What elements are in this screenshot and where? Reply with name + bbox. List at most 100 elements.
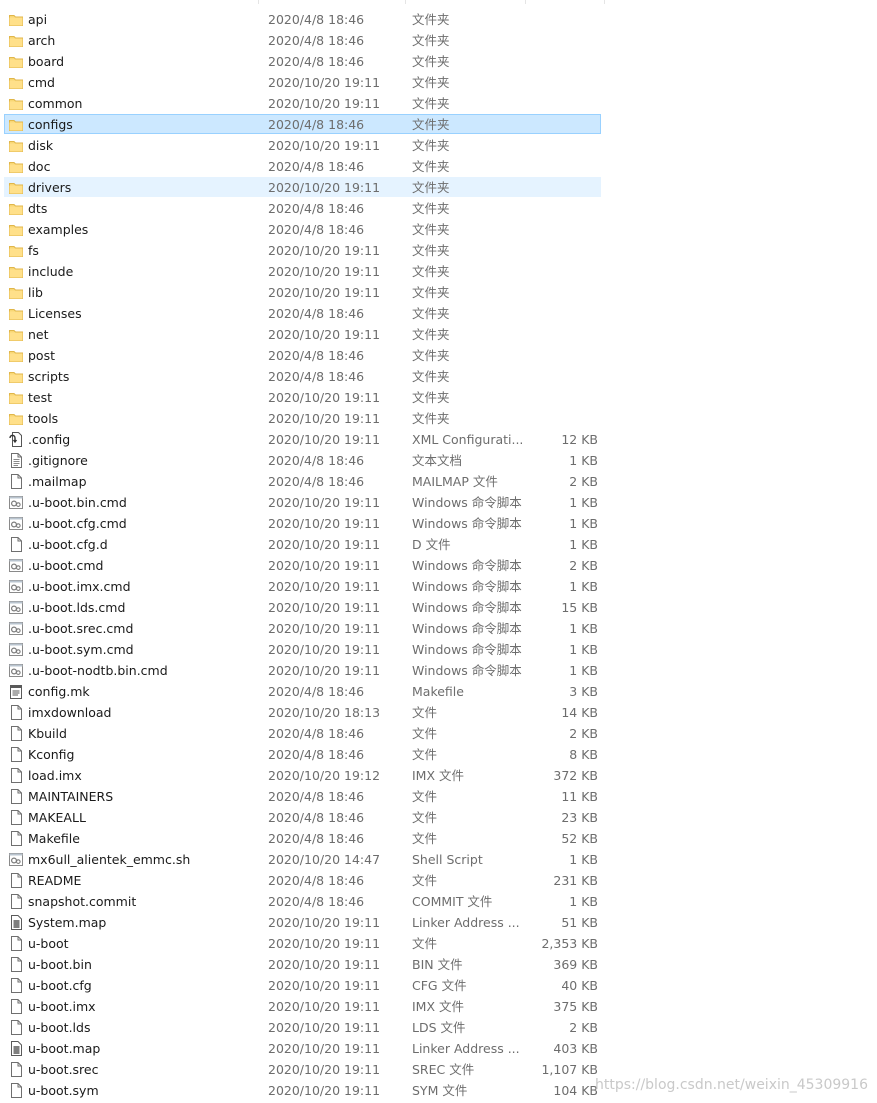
item-modified-date: 2020/10/20 19:11 <box>268 537 381 552</box>
folder-row[interactable]: Licenses 2020/4/8 18:46 文件夹 <box>0 303 877 324</box>
script-file-icon <box>9 516 23 531</box>
file-row[interactable]: mx6ull_alientek_emmc.sh 2020/10/20 14:47 S… <box>0 849 877 870</box>
column-divider[interactable] <box>604 0 605 4</box>
item-modified-date: 2020/10/20 19:11 <box>268 285 381 300</box>
folder-icon <box>9 75 23 90</box>
item-modified-date: 2020/10/20 19:11 <box>268 600 381 615</box>
column-divider[interactable] <box>405 0 406 4</box>
item-type: Linker Address ... <box>412 915 520 930</box>
file-row[interactable]: .u-boot.srec.cmd 2020/10/20 19:11 Windows … <box>0 618 877 639</box>
folder-row[interactable]: fs 2020/10/20 19:11 文件夹 <box>0 240 877 261</box>
file-row[interactable]: Makefile 2020/4/8 18:46 文件 52 KB <box>0 828 877 849</box>
item-type: 文件夹 <box>412 12 450 27</box>
item-size: 14 KB <box>561 705 598 720</box>
folder-row[interactable]: test 2020/10/20 19:11 文件夹 <box>0 387 877 408</box>
file-row[interactable]: snapshot.commit 2020/4/8 18:46 COMMIT 文件 1 … <box>0 891 877 912</box>
item-size: 1 KB <box>569 894 598 909</box>
file-row[interactable]: .u-boot.cfg.d 2020/10/20 19:11 D 文件 1 KB <box>0 534 877 555</box>
folder-row[interactable]: doc 2020/4/8 18:46 文件夹 <box>0 156 877 177</box>
item-name: MAINTAINERS <box>28 789 114 804</box>
file-row[interactable]: u-boot.imx 2020/10/20 19:11 IMX 文件 375 KB <box>0 996 877 1017</box>
item-name: u-boot.imx <box>28 999 96 1014</box>
item-modified-date: 2020/10/20 19:11 <box>268 180 381 195</box>
folder-row[interactable]: tools 2020/10/20 19:11 文件夹 <box>0 408 877 429</box>
column-divider[interactable] <box>258 0 259 4</box>
file-icon <box>9 747 23 762</box>
item-modified-date: 2020/10/20 19:11 <box>268 579 381 594</box>
folder-row[interactable]: drivers 2020/10/20 19:11 文件夹 <box>0 177 877 198</box>
folder-row[interactable]: arch 2020/4/8 18:46 文件夹 <box>0 30 877 51</box>
item-size: 15 KB <box>561 600 598 615</box>
item-type: SYM 文件 <box>412 1083 468 1098</box>
folder-row[interactable]: board 2020/4/8 18:46 文件夹 <box>0 51 877 72</box>
linker-map-icon <box>9 915 23 930</box>
file-row[interactable]: u-boot.bin 2020/10/20 19:11 BIN 文件 369 KB <box>0 954 877 975</box>
file-row[interactable]: .mailmap 2020/4/8 18:46 MAILMAP 文件 2 KB <box>0 471 877 492</box>
item-type: LDS 文件 <box>412 1020 466 1035</box>
file-row[interactable]: u-boot.cfg 2020/10/20 19:11 CFG 文件 40 KB <box>0 975 877 996</box>
item-size: 1 KB <box>569 495 598 510</box>
makefile-icon <box>9 684 23 699</box>
file-row[interactable]: u-boot 2020/10/20 19:11 文件 2,353 KB <box>0 933 877 954</box>
file-row[interactable]: imxdownload 2020/10/20 18:13 文件 14 KB <box>0 702 877 723</box>
file-row[interactable]: .u-boot.sym.cmd 2020/10/20 19:11 Windows 命… <box>0 639 877 660</box>
item-modified-date: 2020/10/20 19:11 <box>268 264 381 279</box>
item-name: imxdownload <box>28 705 112 720</box>
item-name: snapshot.commit <box>28 894 137 909</box>
text-document-icon <box>9 453 23 468</box>
folder-icon <box>9 306 23 321</box>
folder-icon <box>9 411 23 426</box>
file-row[interactable]: load.imx 2020/10/20 19:12 IMX 文件 372 KB <box>0 765 877 786</box>
item-modified-date: 2020/10/20 19:11 <box>268 621 381 636</box>
folder-row[interactable]: net 2020/10/20 19:11 文件夹 <box>0 324 877 345</box>
item-type: 文本文档 <box>412 453 463 468</box>
file-row[interactable]: MAINTAINERS 2020/4/8 18:46 文件 11 KB <box>0 786 877 807</box>
item-type: 文件 <box>412 726 438 741</box>
folder-row[interactable]: disk 2020/10/20 19:11 文件夹 <box>0 135 877 156</box>
file-icon <box>9 1020 23 1035</box>
file-row[interactable]: README 2020/4/8 18:46 文件 231 KB <box>0 870 877 891</box>
file-row[interactable]: config.mk 2020/4/8 18:46 Makefile 3 KB <box>0 681 877 702</box>
folder-row[interactable]: scripts 2020/4/8 18:46 文件夹 <box>0 366 877 387</box>
item-modified-date: 2020/10/20 19:11 <box>268 411 381 426</box>
file-row[interactable]: u-boot.lds 2020/10/20 19:11 LDS 文件 2 KB <box>0 1017 877 1038</box>
folder-row[interactable]: configs 2020/4/8 18:46 文件夹 <box>0 114 877 135</box>
file-icon <box>9 789 23 804</box>
file-row[interactable]: Kconfig 2020/4/8 18:46 文件 8 KB <box>0 744 877 765</box>
folder-row[interactable]: dts 2020/4/8 18:46 文件夹 <box>0 198 877 219</box>
file-row[interactable]: .u-boot.cmd 2020/10/20 19:11 Windows 命令脚本 2… <box>0 555 877 576</box>
folder-row[interactable]: common 2020/10/20 19:11 文件夹 <box>0 93 877 114</box>
item-modified-date: 2020/10/20 19:11 <box>268 96 381 111</box>
folder-row[interactable]: api 2020/4/8 18:46 文件夹 <box>0 9 877 30</box>
item-modified-date: 2020/10/20 19:11 <box>268 1062 381 1077</box>
item-name: .mailmap <box>28 474 87 489</box>
file-row[interactable]: .config 2020/10/20 19:11 XML Configurati..… <box>0 429 877 450</box>
folder-row[interactable]: post 2020/4/8 18:46 文件夹 <box>0 345 877 366</box>
item-modified-date: 2020/10/20 19:11 <box>268 999 381 1014</box>
item-name: dts <box>28 201 48 216</box>
file-row[interactable]: u-boot.map 2020/10/20 19:11 Linker Address… <box>0 1038 877 1059</box>
file-icon <box>9 1083 23 1098</box>
item-modified-date: 2020/10/20 19:11 <box>268 558 381 573</box>
item-name: .u-boot.imx.cmd <box>28 579 131 594</box>
folder-icon <box>9 117 23 132</box>
file-row[interactable]: .u-boot.cfg.cmd 2020/10/20 19:11 Windows 命… <box>0 513 877 534</box>
file-row[interactable]: .gitignore 2020/4/8 18:46 文本文档 1 KB <box>0 450 877 471</box>
file-row[interactable]: .u-boot-nodtb.bin.cmd 2020/10/20 19:11 Win… <box>0 660 877 681</box>
item-name: scripts <box>28 369 70 384</box>
item-name: MAKEALL <box>28 810 86 825</box>
script-file-icon <box>9 642 23 657</box>
folder-row[interactable]: include 2020/10/20 19:11 文件夹 <box>0 261 877 282</box>
file-row[interactable]: Kbuild 2020/4/8 18:46 文件 2 KB <box>0 723 877 744</box>
item-type: 文件夹 <box>412 54 450 69</box>
file-row[interactable]: System.map 2020/10/20 19:11 Linker Address… <box>0 912 877 933</box>
file-list: api 2020/4/8 18:46 文件夹 arch 2020/4/8 18:46 文件… <box>0 9 877 1101</box>
file-row[interactable]: .u-boot.bin.cmd 2020/10/20 19:11 Windows 命… <box>0 492 877 513</box>
column-divider[interactable] <box>525 0 526 4</box>
file-row[interactable]: .u-boot.imx.cmd 2020/10/20 19:11 Windows 命… <box>0 576 877 597</box>
folder-row[interactable]: examples 2020/4/8 18:46 文件夹 <box>0 219 877 240</box>
file-row[interactable]: .u-boot.lds.cmd 2020/10/20 19:11 Windows 命… <box>0 597 877 618</box>
file-row[interactable]: MAKEALL 2020/4/8 18:46 文件 23 KB <box>0 807 877 828</box>
folder-row[interactable]: lib 2020/10/20 19:11 文件夹 <box>0 282 877 303</box>
folder-row[interactable]: cmd 2020/10/20 19:11 文件夹 <box>0 72 877 93</box>
